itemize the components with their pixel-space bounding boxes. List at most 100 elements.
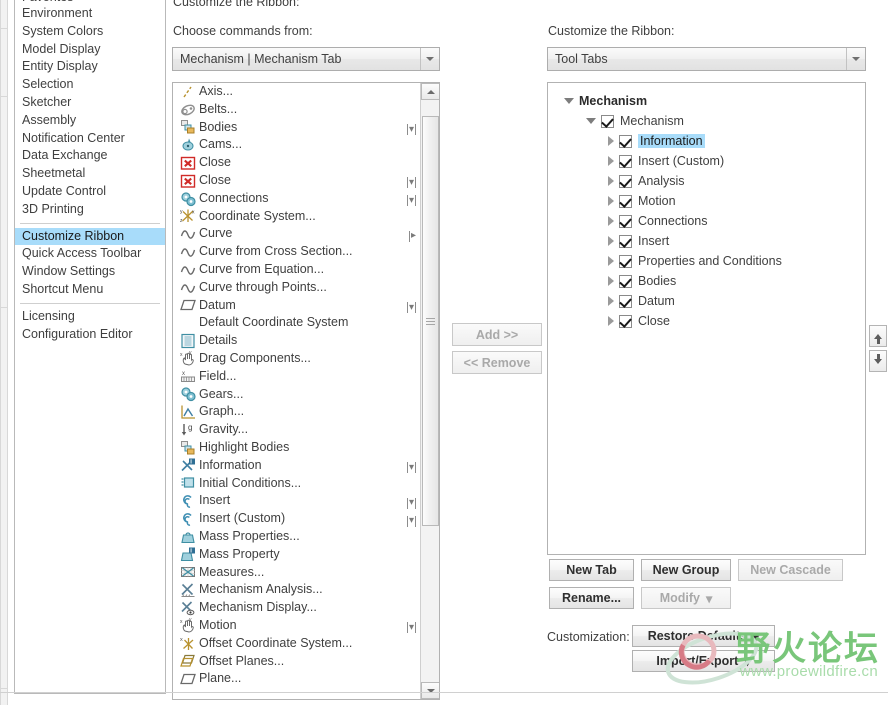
ribbon-scope-combo[interactable]: Tool Tabs <box>547 47 866 71</box>
command-item[interactable]: Close ▾ <box>173 172 420 190</box>
command-item[interactable]: Connections ▾ <box>173 190 420 208</box>
tree-node[interactable]: Motion <box>556 191 865 211</box>
sidebar-item-shortcut-menu[interactable]: Shortcut Menu <box>15 281 165 299</box>
tree-expander-closed[interactable] <box>608 316 614 326</box>
command-item[interactable]: x Field... <box>173 368 420 386</box>
new-tab-button[interactable]: New Tab <box>549 559 634 581</box>
tree-node[interactable]: Bodies <box>556 271 865 291</box>
tree-expander-closed[interactable] <box>608 216 614 226</box>
command-item[interactable]: Plane... <box>173 670 420 688</box>
command-item[interactable]: Curve through Points... <box>173 279 420 297</box>
scroll-up-button[interactable] <box>421 83 439 100</box>
command-item[interactable]: Axis... <box>173 83 420 101</box>
tree-node-checkbox[interactable] <box>619 174 632 188</box>
command-item[interactable]: Details <box>173 332 420 350</box>
tree-expander-closed[interactable] <box>608 236 614 246</box>
command-item[interactable]: Curve from Cross Section... <box>173 243 420 261</box>
command-item[interactable]: x y Motion ▾ <box>173 617 420 635</box>
tree-expander-closed[interactable] <box>608 176 614 186</box>
tree-expander-closed[interactable] <box>608 156 614 166</box>
tree-node-checkbox[interactable] <box>619 154 632 168</box>
tree-expander-closed[interactable] <box>608 196 614 206</box>
sidebar-item-window-settings[interactable]: Window Settings <box>15 263 165 281</box>
sidebar-item-system-colors[interactable]: System Colors <box>15 23 165 41</box>
rename-button[interactable]: Rename... <box>549 587 634 609</box>
tree-node-checkbox[interactable] <box>619 314 632 328</box>
scrollbar-thumb[interactable] <box>422 116 439 526</box>
choose-commands-combo[interactable]: Mechanism | Mechanism Tab <box>172 47 440 71</box>
command-item[interactable]: Close <box>173 154 420 172</box>
command-item[interactable]: Insert ▾ <box>173 492 420 510</box>
command-item[interactable]: Bodies ▾ <box>173 119 420 137</box>
chevron-down-icon[interactable]: ▾ <box>706 591 712 606</box>
sidebar-item-update-control[interactable]: Update Control <box>15 183 165 201</box>
command-item[interactable]: Initial Conditions... <box>173 475 420 493</box>
sidebar-item-licensing[interactable]: Licensing <box>15 308 165 326</box>
tree-node[interactable]: Datum <box>556 291 865 311</box>
command-item[interactable]: Insert (Custom) ▾ <box>173 510 420 528</box>
tree-node[interactable]: Close <box>556 311 865 331</box>
tree-node-checkbox[interactable] <box>619 294 632 308</box>
ribbon-tree[interactable]: Mechanism Mechanism Information Insert (Cus… <box>547 82 866 555</box>
tree-expander-closed[interactable] <box>608 276 614 286</box>
command-item[interactable]: Graph... <box>173 403 420 421</box>
command-item[interactable]: Highlight Bodies <box>173 439 420 457</box>
tree-node-checkbox[interactable] <box>619 134 632 148</box>
tree-node[interactable]: Insert (Custom) <box>556 151 865 171</box>
sidebar-item-selection[interactable]: Selection <box>15 76 165 94</box>
import-export-button[interactable]: Import/Export ▾ <box>632 650 775 672</box>
add-button[interactable]: Add >> <box>452 323 542 346</box>
tree-node[interactable]: Information <box>556 131 865 151</box>
sidebar-item-entity-display[interactable]: Entity Display <box>15 58 165 76</box>
command-item[interactable]: Mechanism Analysis... <box>173 581 420 599</box>
command-item[interactable]: Mass Properties... <box>173 528 420 546</box>
sidebar-item-model-display[interactable]: Model Display <box>15 41 165 59</box>
tree-node[interactable]: Mechanism <box>556 111 865 131</box>
remove-button[interactable]: << Remove <box>452 351 542 374</box>
new-group-button[interactable]: New Group <box>641 559 731 581</box>
command-item[interactable]: Curve ▸ <box>173 225 420 243</box>
command-item[interactable]: Gears... <box>173 386 420 404</box>
command-item[interactable]: Default Coordinate System <box>173 314 420 332</box>
command-item[interactable]: Curve from Equation... <box>173 261 420 279</box>
command-item[interactable]: x Offset Coordinate System... <box>173 635 420 653</box>
modify-button[interactable]: Modify ▾ <box>641 587 731 609</box>
sidebar-item-assembly[interactable]: Assembly <box>15 112 165 130</box>
tree-expander-open[interactable] <box>564 98 574 104</box>
command-item[interactable]: x y Drag Components... <box>173 350 420 368</box>
tree-node-checkbox[interactable] <box>619 214 632 228</box>
sidebar-item-data-exchange[interactable]: Data Exchange <box>15 147 165 165</box>
sidebar-item-configuration-editor[interactable]: Configuration Editor <box>15 326 165 344</box>
tree-node-checkbox[interactable] <box>619 234 632 248</box>
sidebar-item-environment[interactable]: Environment <box>15 5 165 23</box>
tree-expander-closed[interactable] <box>608 136 614 146</box>
sidebar-item-quick-access-toolbar[interactable]: Quick Access Toolbar <box>15 245 165 263</box>
scroll-down-button[interactable] <box>421 682 439 699</box>
sidebar-item-customize-ribbon[interactable]: Customize Ribbon <box>15 227 165 246</box>
chevron-down-icon[interactable]: ▾ <box>744 654 750 669</box>
available-commands-list[interactable]: Axis... Belts... Bodies ▾ Cams... Close Close ▾… <box>172 82 440 700</box>
tree-expander-closed[interactable] <box>608 256 614 266</box>
sidebar-item-sketcher[interactable]: Sketcher <box>15 94 165 112</box>
command-item[interactable]: g Gravity... <box>173 421 420 439</box>
chevron-down-icon[interactable] <box>420 48 439 70</box>
options-category-sidebar[interactable]: Favorites Environment System Colors Model D… <box>14 0 166 694</box>
tree-node-checkbox[interactable] <box>619 274 632 288</box>
command-item[interactable]: Belts... <box>173 101 420 119</box>
command-item[interactable]: Cams... <box>173 136 420 154</box>
tree-node[interactable]: Mechanism <box>556 91 865 111</box>
command-item[interactable]: Mechanism Display... <box>173 599 420 617</box>
move-down-button[interactable] <box>869 350 887 372</box>
command-item[interactable]: Datum ▾ <box>173 297 420 315</box>
sidebar-item-sheetmetal[interactable]: Sheetmetal <box>15 165 165 183</box>
command-item[interactable]: i Mass Property <box>173 546 420 564</box>
commands-list-scrollbar[interactable] <box>420 83 439 699</box>
sidebar-item-3d-printing[interactable]: 3D Printing <box>15 201 165 219</box>
tree-node[interactable]: Properties and Conditions <box>556 251 865 271</box>
tree-expander-open[interactable] <box>586 118 596 124</box>
tree-node-checkbox[interactable] <box>619 254 632 268</box>
move-up-button[interactable] <box>869 325 887 347</box>
new-cascade-button[interactable]: New Cascade <box>738 559 843 581</box>
sidebar-item-notification-center[interactable]: Notification Center <box>15 130 165 148</box>
tree-expander-closed[interactable] <box>608 296 614 306</box>
